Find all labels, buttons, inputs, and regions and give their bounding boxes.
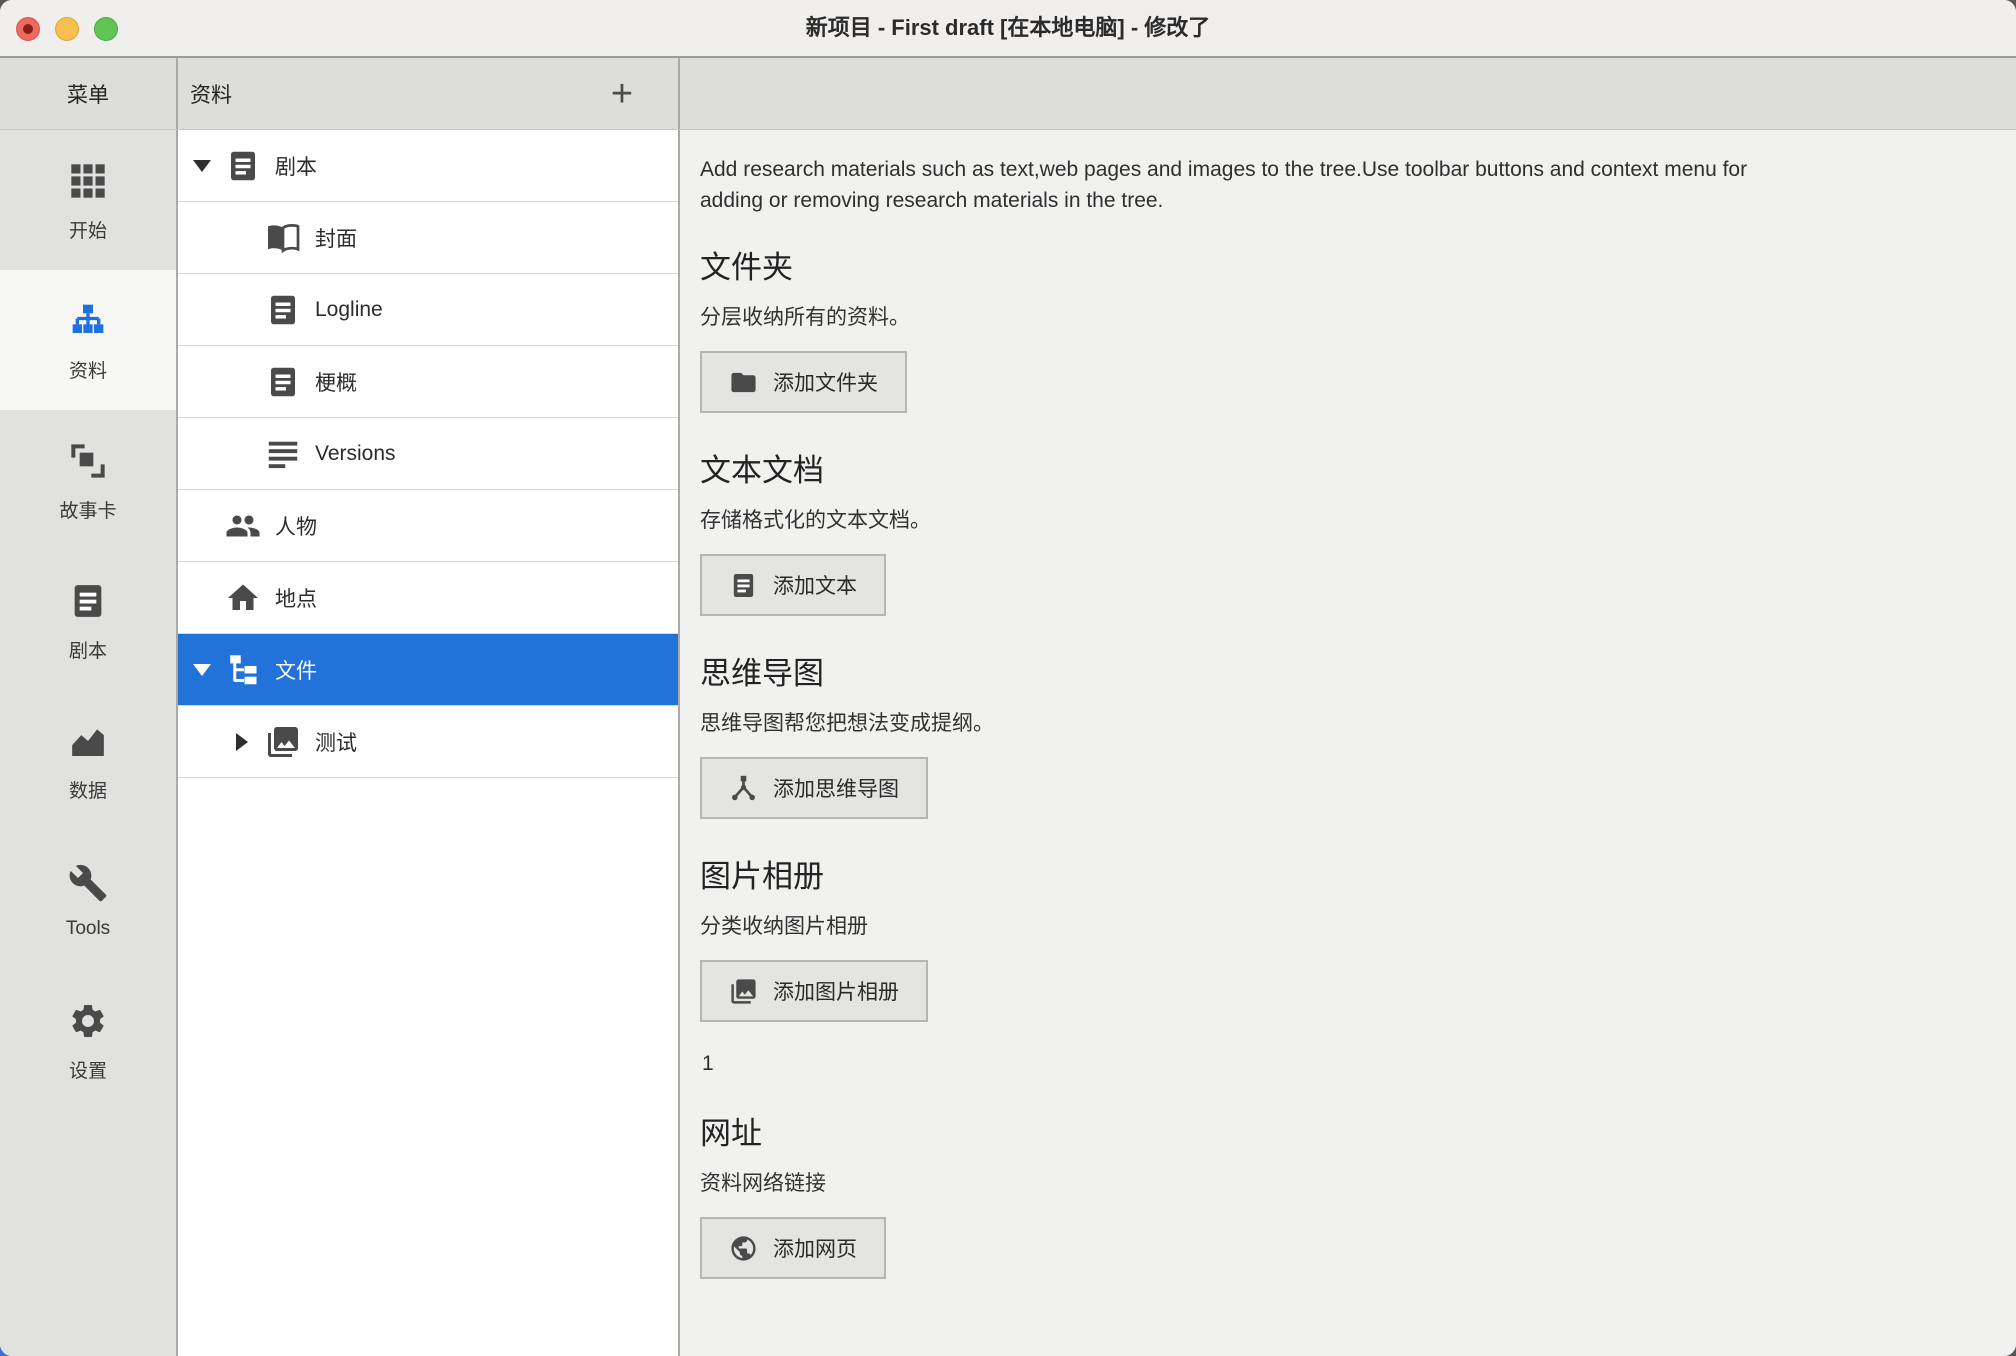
tree-item-characters[interactable]: 人物 [178, 490, 678, 562]
button-label: 添加文本 [773, 570, 857, 600]
sidebar-item-settings[interactable]: 设置 [0, 970, 176, 1110]
add-text-button[interactable]: 添加文本 [700, 554, 886, 616]
tree-item-synopsis[interactable]: 梗概 [178, 346, 678, 418]
wrench-icon [65, 860, 111, 906]
research-panel-header: 资料 + [178, 58, 680, 129]
section-title-photo-album: 图片相册 [700, 851, 1994, 896]
expand-arrow[interactable] [190, 160, 214, 172]
sidebar-item-label: 开始 [69, 216, 107, 243]
tree-item-documents[interactable]: 文件 [178, 634, 678, 706]
button-label: 添加思维导图 [773, 773, 899, 803]
book-icon [264, 219, 302, 257]
main-header-spacer [680, 58, 2016, 129]
intro-text: Add research materials such as text,web … [700, 154, 1994, 216]
people-icon [224, 507, 262, 545]
sitemap-icon [65, 298, 111, 344]
tree-item-label: 人物 [275, 511, 317, 541]
section-title-web-link: 网址 [700, 1108, 1994, 1153]
tree-item-label: 梗概 [315, 367, 357, 397]
tree-item-cover[interactable]: 封面 [178, 202, 678, 274]
add-mind-map-button[interactable]: 添加思维导图 [700, 757, 928, 819]
research-header-label: 资料 [190, 79, 232, 109]
document-icon [65, 578, 111, 624]
sidebar-item-story-cards[interactable]: 故事卡 [0, 410, 176, 550]
sidebar-item-research[interactable]: 资料 [0, 270, 176, 410]
research-tree: 剧本 封面 Logline 梗概 [178, 130, 680, 1356]
document-icon [264, 291, 302, 329]
sidebar-item-label: 剧本 [69, 636, 107, 663]
document-icon [729, 571, 758, 600]
section-description: 资料网络链接 [700, 1167, 1994, 1197]
tree-item-label: Versions [315, 442, 396, 466]
tree-item-label: 剧本 [275, 151, 317, 181]
globe-icon [729, 1234, 758, 1263]
tree-item-logline[interactable]: Logline [178, 274, 678, 346]
tree-item-label: 测试 [315, 727, 357, 757]
button-label: 添加图片相册 [773, 976, 899, 1006]
section-title-text-document: 文本文档 [700, 445, 1994, 490]
header-band: 菜单 资料 + [0, 58, 2016, 130]
sidebar-item-label: 资料 [69, 356, 107, 383]
sidebar-item-label: Tools [66, 918, 110, 940]
add-web-page-button[interactable]: 添加网页 [700, 1217, 886, 1279]
main-content: Add research materials such as text,web … [680, 130, 2016, 1356]
tree-item-label: 封面 [315, 223, 357, 253]
section-description: 思维导图帮您把想法变成提纲。 [700, 707, 1994, 737]
folder-icon [729, 368, 758, 397]
add-photo-album-button[interactable]: 添加图片相册 [700, 960, 928, 1022]
section-description: 存储格式化的文本文档。 [700, 504, 1994, 534]
navigation-sidebar: 开始 资料 故事卡 剧本 [0, 130, 178, 1356]
document-icon [224, 147, 262, 185]
section-title-folder: 文件夹 [700, 242, 1994, 287]
home-icon [224, 579, 262, 617]
button-label: 添加网页 [773, 1233, 857, 1263]
sidebar-item-label: 故事卡 [59, 496, 116, 523]
tree-item-test[interactable]: 测试 [178, 706, 678, 778]
tree-item-label: 文件 [275, 655, 317, 685]
section-description: 分层收纳所有的资料。 [700, 301, 1994, 331]
expand-arrow[interactable] [190, 664, 214, 676]
sidebar-item-label: 数据 [69, 776, 107, 803]
app-window: 新项目 - First draft [在本地电脑] - 修改了 菜单 资料 + … [0, 0, 2016, 1356]
sidebar-item-start[interactable]: 开始 [0, 130, 176, 270]
window-title: 新项目 - First draft [在本地电脑] - 修改了 [0, 0, 2016, 56]
photo-album-icon [729, 977, 758, 1006]
stray-text: 1 [702, 1052, 1994, 1076]
add-folder-button[interactable]: 添加文件夹 [700, 351, 907, 413]
titlebar: 新项目 - First draft [在本地电脑] - 修改了 [0, 0, 2016, 58]
section-title-mind-map: 思维导图 [700, 648, 1994, 693]
photo-album-icon [264, 723, 302, 761]
cards-icon [65, 438, 111, 484]
tree-item-versions[interactable]: Versions [178, 418, 678, 490]
tree-item-script[interactable]: 剧本 [178, 130, 678, 202]
button-label: 添加文件夹 [773, 367, 878, 397]
sidebar-item-label: 设置 [69, 1056, 107, 1083]
tree-icon [224, 651, 262, 689]
sidebar-item-statistics[interactable]: 数据 [0, 690, 176, 830]
tree-item-locations[interactable]: 地点 [178, 562, 678, 634]
section-description: 分类收纳图片相册 [700, 910, 1994, 940]
tree-item-label: Logline [315, 298, 383, 322]
gear-icon [65, 998, 111, 1044]
lines-icon [264, 435, 302, 473]
menu-header-button[interactable]: 菜单 [0, 58, 178, 129]
sidebar-item-tools[interactable]: Tools [0, 830, 176, 970]
chart-icon [65, 718, 111, 764]
add-research-item-button[interactable]: + [596, 68, 648, 120]
expand-arrow[interactable] [230, 733, 254, 751]
grid-icon [65, 158, 111, 204]
sidebar-item-script[interactable]: 剧本 [0, 550, 176, 690]
tree-item-label: 地点 [275, 583, 317, 613]
document-icon [264, 363, 302, 401]
mindmap-icon [729, 774, 758, 803]
